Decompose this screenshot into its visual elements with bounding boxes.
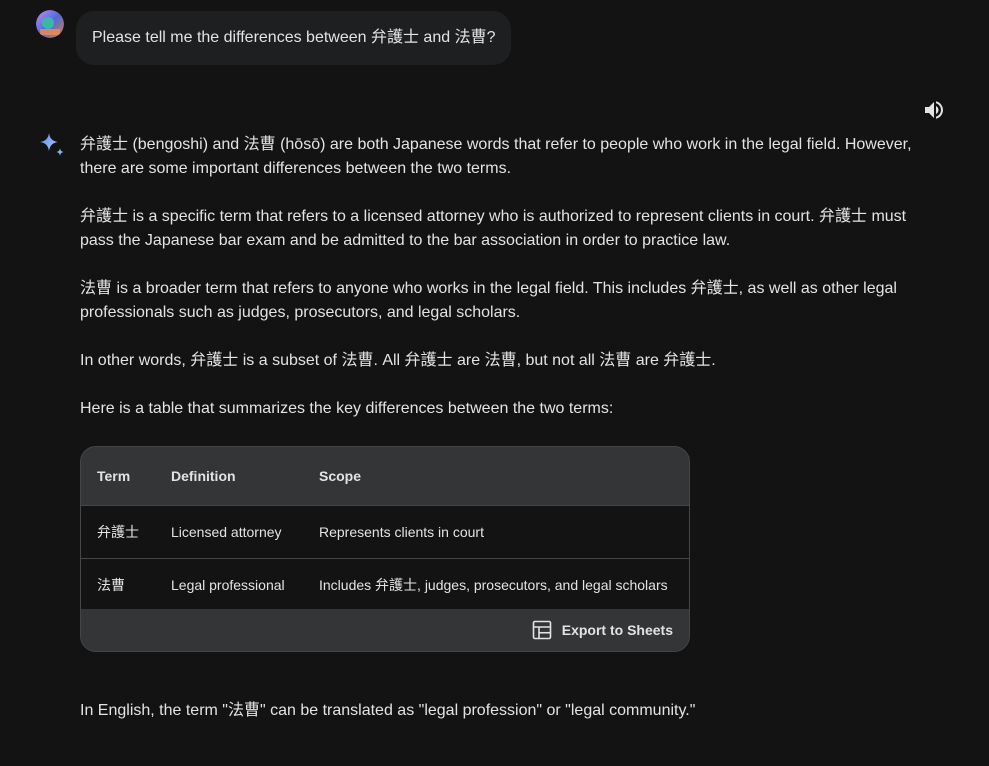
response-closing-paragraph: In English, the term "法曹" can be transla… bbox=[80, 702, 696, 719]
response-paragraph: 弁護士 (bengoshi) and 法曹 (hōsō) are both Ja… bbox=[80, 136, 912, 177]
export-to-sheets-button[interactable]: Export to Sheets bbox=[532, 618, 673, 642]
sheets-table-icon bbox=[532, 620, 552, 640]
table-footer: Export to Sheets bbox=[81, 609, 689, 651]
response-paragraph: 弁護士 is a specific term that refers to a … bbox=[80, 208, 907, 249]
table-cell-scope: Represents clients in court bbox=[319, 523, 484, 540]
user-avatar[interactable] bbox=[36, 10, 64, 38]
user-avatar-icon bbox=[36, 10, 64, 38]
table-cell-definition: Legal professional bbox=[171, 576, 285, 593]
table-cell-definition: Licensed attorney bbox=[171, 523, 282, 540]
table-cell-term: 弁護士 bbox=[97, 523, 139, 540]
comparison-table: Term Definition Scope 弁護士 Licensed attor… bbox=[81, 447, 689, 611]
comparison-table-card: Term Definition Scope 弁護士 Licensed attor… bbox=[80, 446, 690, 652]
response-paragraph: 法曹 is a broader term that refers to anyo… bbox=[80, 280, 897, 321]
response-paragraph: In other words, 弁護士 is a subset of 法曹. A… bbox=[80, 352, 716, 369]
table-header-term: Term bbox=[97, 467, 131, 484]
table-row: 弁護士 Licensed attorney Represents clients… bbox=[81, 505, 689, 558]
gemini-sparkle-icon bbox=[40, 133, 64, 156]
read-aloud-button[interactable] bbox=[922, 98, 946, 122]
response-paragraph: Here is a table that summarizes the key … bbox=[80, 400, 614, 417]
response-body: 弁護士 (bengoshi) and 法曹 (hōsō) are both Ja… bbox=[80, 133, 920, 445]
volume-icon bbox=[925, 101, 943, 119]
user-message-text: Please tell me the differences between 弁… bbox=[92, 29, 496, 46]
table-cell-scope: Includes 弁護士, judges, prosecutors, and l… bbox=[319, 576, 668, 593]
gemini-avatar bbox=[37, 131, 67, 161]
table-cell-term: 法曹 bbox=[97, 576, 125, 593]
user-message-bubble: Please tell me the differences between 弁… bbox=[76, 11, 512, 65]
table-header-scope: Scope bbox=[319, 467, 362, 484]
export-to-sheets-label: Export to Sheets bbox=[561, 622, 673, 638]
table-header-definition: Definition bbox=[171, 467, 236, 484]
table-header-row: Term Definition Scope bbox=[81, 447, 689, 505]
table-row: 法曹 Legal professional Includes 弁護士, judg… bbox=[81, 558, 689, 611]
